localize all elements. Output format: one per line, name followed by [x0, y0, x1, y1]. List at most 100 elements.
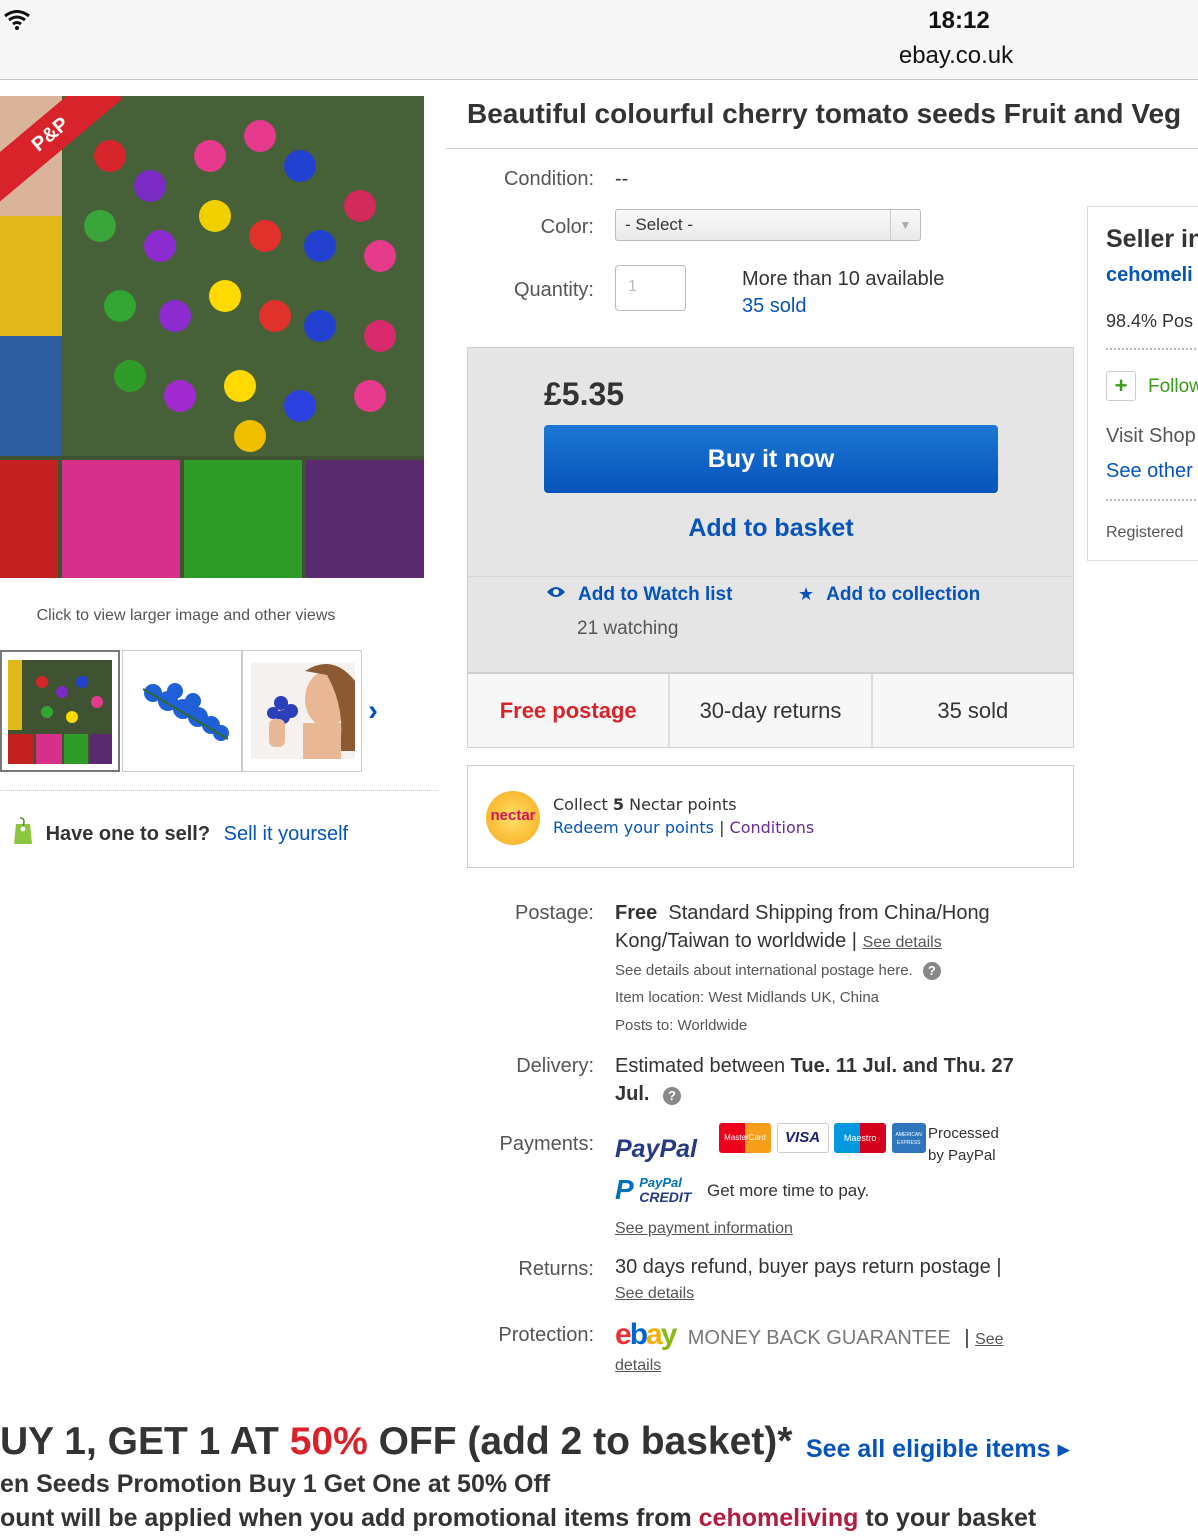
thumbnail-woman-image: [251, 663, 355, 759]
color-select-value: - Select -: [625, 215, 694, 234]
nectar-collect-text: Collect 5 Nectar points: [553, 795, 737, 814]
postage-line-2: Kong/Taiwan to worldwide | See details: [615, 930, 942, 952]
condition-label: Condition:: [503, 168, 594, 190]
intl-postage-text: See details about international postage …: [615, 962, 941, 980]
visit-shop-text[interactable]: Visit Shop: [1106, 425, 1196, 448]
delivery-line-2: Jul. ?: [615, 1083, 682, 1106]
perks-bar: Free postage 30-day returns 35 sold: [467, 673, 1074, 748]
redeem-points-link[interactable]: Redeem your points: [553, 818, 714, 837]
payments-label: Payments:: [499, 1133, 594, 1155]
divider: [1106, 499, 1198, 501]
returns-perk: 30-day returns: [670, 674, 873, 747]
color-label: Color:: [540, 216, 594, 238]
seller-name-link[interactable]: cehomeli: [1106, 264, 1193, 287]
divider: [468, 576, 1073, 577]
returns-text: 30 days refund, buyer pays return postag…: [615, 1256, 1002, 1278]
condition-value: --: [615, 168, 629, 190]
paypal-credit-text: Get more time to pay.: [707, 1181, 870, 1200]
chevron-down-icon: ▼: [890, 210, 920, 240]
tomato-collage-image: [0, 96, 424, 578]
url-domain[interactable]: ebay.co.uk: [759, 42, 1153, 70]
help-icon[interactable]: ?: [663, 1087, 682, 1105]
availability-text: More than 10 available: [742, 268, 945, 290]
delivery-line-1: Estimated between Tue. 11 Jul. and Thu. …: [615, 1055, 1014, 1077]
free-postage-perk: Free postage: [468, 674, 671, 747]
posts-to: Posts to: Worldwide: [615, 1017, 748, 1034]
star-icon: ★: [798, 584, 815, 604]
protection-details-link[interactable]: details: [615, 1357, 661, 1375]
collection-label: Add to collection: [826, 584, 981, 605]
postage-line-1: Free Standard Shipping from China/Hong: [615, 902, 990, 924]
see-all-eligible-items-link[interactable]: See all eligible items ▸: [806, 1434, 1070, 1464]
plus-icon[interactable]: +: [1106, 371, 1136, 401]
registered-text: Registered: [1106, 524, 1184, 541]
returns-see-details-link[interactable]: See details: [615, 1285, 694, 1303]
main-product-image[interactable]: P&P: [0, 96, 424, 578]
by-paypal-text: by PayPal: [928, 1147, 996, 1164]
mastercard-logo: MasterCard: [719, 1123, 771, 1153]
promo-seller-link[interactable]: cehomeliving: [699, 1504, 859, 1532]
conditions-link[interactable]: Conditions: [730, 818, 815, 837]
sell-it-yourself-link[interactable]: Sell it yourself: [224, 823, 349, 845]
protection-see-link[interactable]: See: [975, 1331, 1003, 1348]
watch-label: Add to Watch list: [578, 584, 733, 605]
card-logos: MasterCard VISA Maestro AMERICAN EXPRESS: [719, 1123, 926, 1153]
divider: [0, 790, 438, 791]
promo-heading: UY 1, GET 1 AT 50% OFF (add 2 to basket)…: [0, 1420, 793, 1463]
visa-logo: VISA: [776, 1123, 829, 1153]
seller-feedback: 98.4% Pos: [1106, 311, 1194, 331]
watching-count: 21 watching: [577, 618, 679, 639]
nectar-logo: nectar: [486, 791, 540, 845]
price-tag-icon: [14, 817, 32, 844]
thumbnail-3[interactable]: [242, 650, 362, 772]
paypal-p-icon: P: [615, 1174, 634, 1205]
quantity-label: Quantity:: [513, 279, 594, 301]
processed-text: Processed: [928, 1125, 999, 1142]
ebay-logo: ebay: [615, 1318, 677, 1351]
price: £5.35: [544, 376, 625, 412]
money-back-guarantee: MONEY BACK GUARANTEE: [687, 1327, 951, 1349]
maestro-logo: Maestro: [834, 1123, 887, 1153]
sold-perk: 35 sold: [937, 698, 1009, 723]
add-to-collection-link[interactable]: ★ Add to collection: [798, 584, 980, 606]
paypal-credit-logo: P PayPal CREDIT: [615, 1174, 692, 1205]
paypal-logo: PayPal: [615, 1135, 698, 1163]
sell-row: Have one to sell? Sell it yourself: [12, 816, 348, 846]
thumbnail-2[interactable]: [122, 650, 242, 772]
sell-question: Have one to sell?: [45, 823, 211, 845]
clock: 18:12: [928, 7, 990, 34]
nectar-links: Redeem your points | Conditions: [553, 818, 815, 837]
delivery-label: Delivery:: [516, 1055, 594, 1077]
status-bar: 18:12 ebay.co.uk: [0, 0, 1198, 80]
item-location: Item location: West Midlands UK, China: [615, 989, 880, 1006]
divider: [1106, 348, 1198, 350]
follow-seller-link[interactable]: Follow: [1148, 376, 1198, 398]
promo-description: ount will be applied when you add promot…: [0, 1504, 1037, 1532]
postage-label: Postage:: [515, 902, 594, 924]
nectar-box: nectar Collect 5 Nectar points Redeem yo…: [467, 765, 1074, 868]
thumbnail-1[interactable]: [0, 650, 120, 772]
add-to-watch-list-link[interactable]: Add to Watch list: [546, 584, 732, 606]
thumbnail-collage-image: [8, 660, 112, 764]
sold-count-link[interactable]: 35 sold: [742, 295, 807, 318]
color-select[interactable]: - Select - ▼: [615, 209, 921, 241]
buy-box: £5.35 Buy it now Add to basket Add to Wa…: [467, 347, 1074, 673]
image-caption: Click to view larger image and other vie…: [36, 607, 336, 624]
thumbnail-blue-tomatoes-image: [142, 683, 229, 741]
eye-icon: [547, 587, 565, 597]
add-to-basket-button[interactable]: Add to basket: [544, 514, 998, 543]
returns-label: Returns:: [518, 1258, 594, 1280]
help-icon[interactable]: ?: [922, 962, 941, 980]
postage-see-details-link[interactable]: See details: [863, 934, 942, 951]
promo-subtitle: en Seeds Promotion Buy 1 Get One at 50% …: [0, 1470, 551, 1498]
seller-heading: Seller in: [1106, 225, 1198, 253]
payment-info-link[interactable]: See payment information: [615, 1220, 793, 1238]
protection-label: Protection:: [498, 1324, 594, 1346]
amex-logo: AMERICAN EXPRESS: [891, 1123, 926, 1153]
ebay-guarantee: ebay MONEY BACK GUARANTEE | See: [615, 1318, 1004, 1351]
divider: [446, 148, 1198, 149]
quantity-input[interactable]: 1: [615, 265, 686, 311]
chevron-right-icon[interactable]: ›: [368, 694, 378, 728]
buy-it-now-button[interactable]: Buy it now: [544, 425, 998, 493]
see-other-items-link[interactable]: See other: [1106, 460, 1193, 483]
